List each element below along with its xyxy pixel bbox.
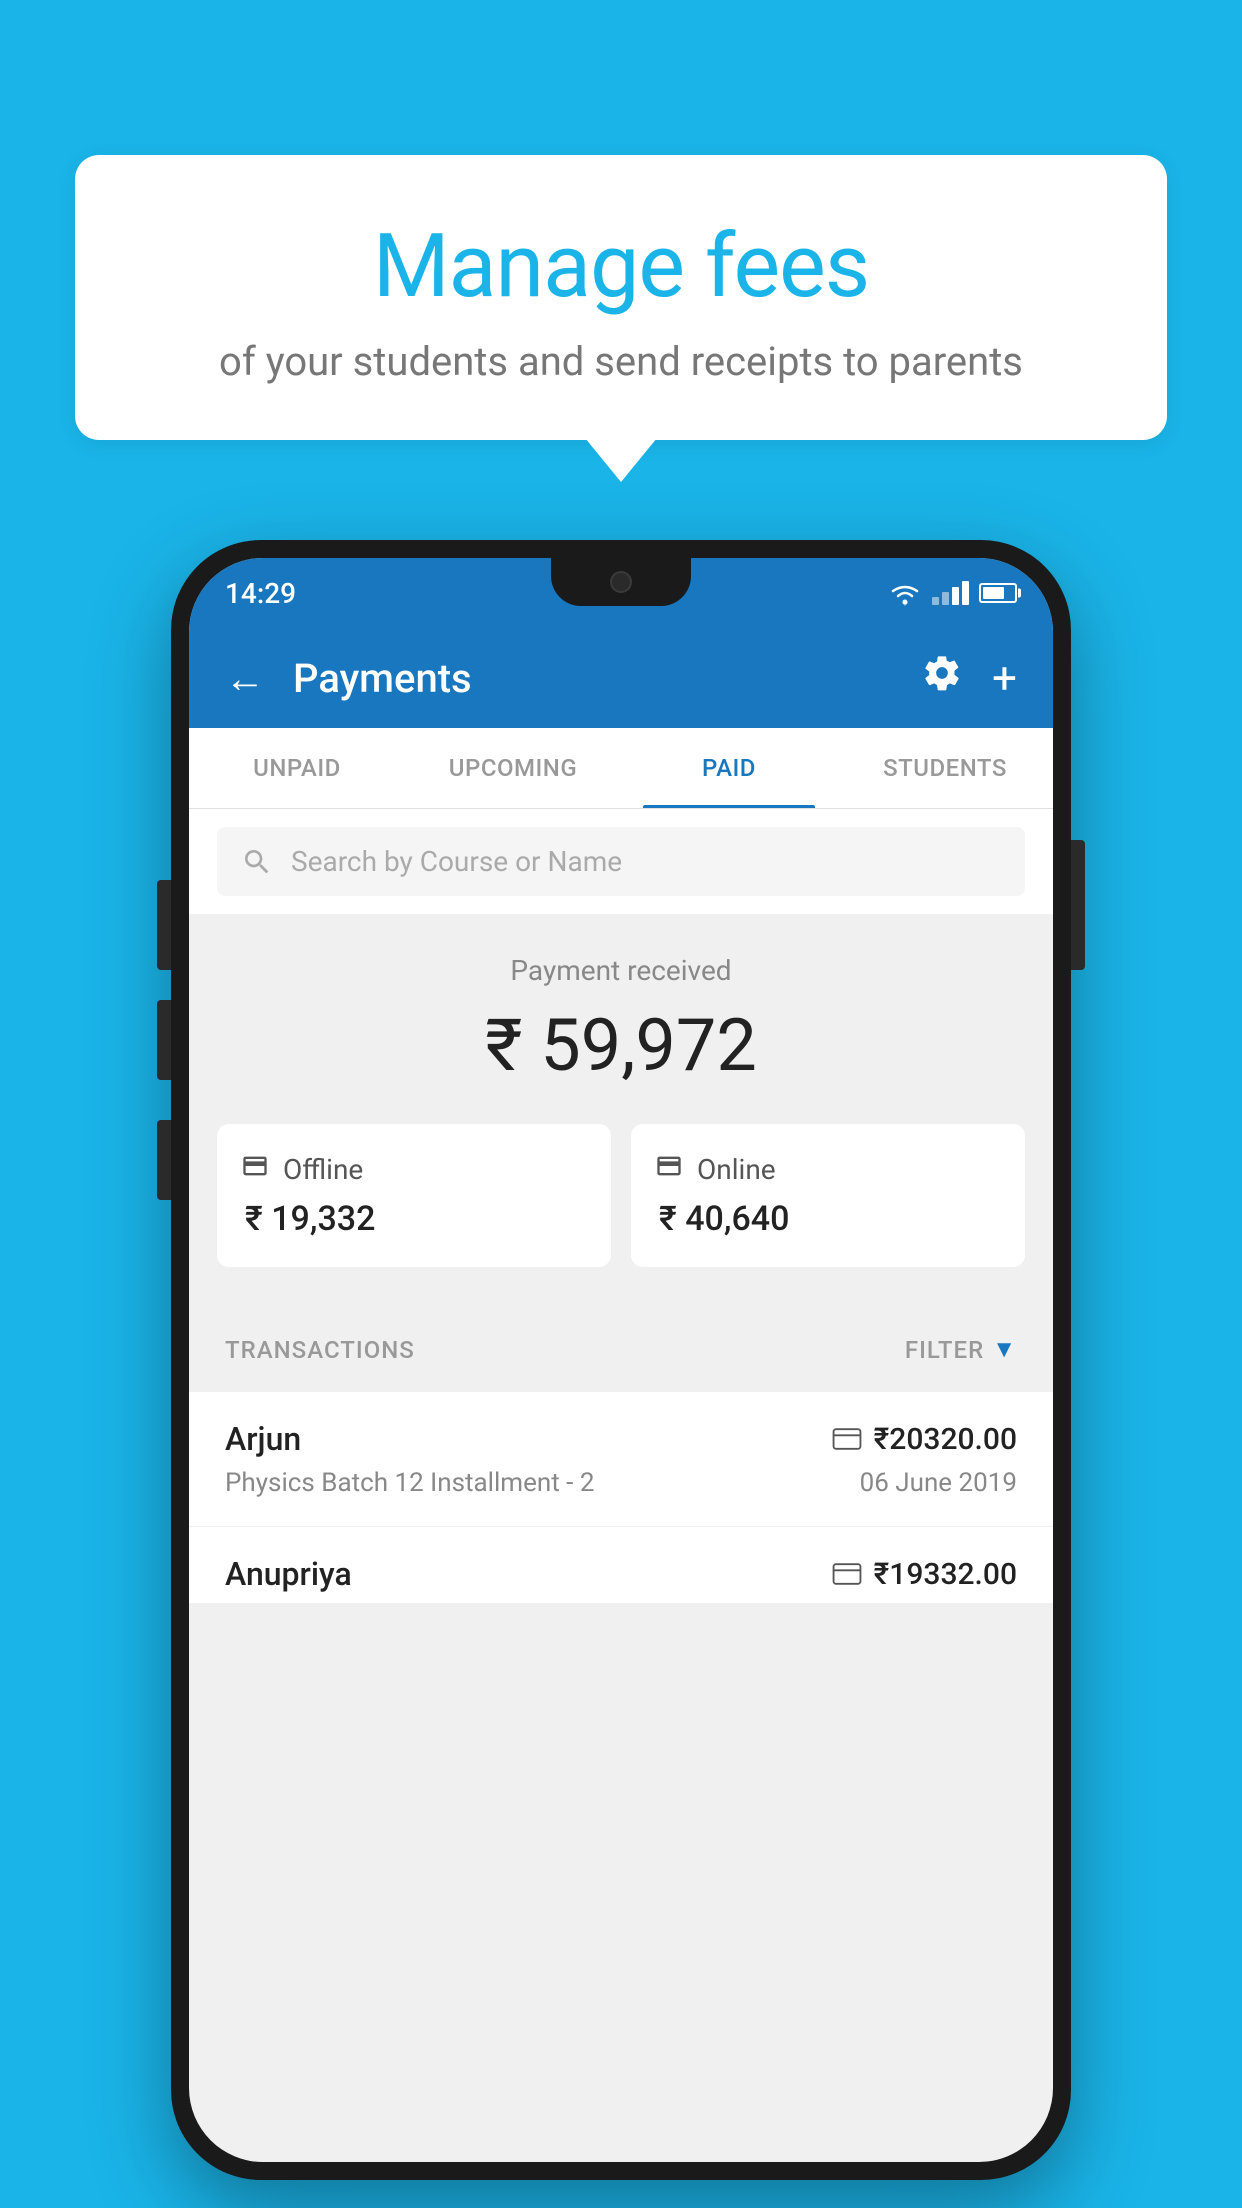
search-box[interactable]: Search by Course or Name (217, 827, 1025, 896)
online-card-header: Online (655, 1152, 1001, 1187)
signal-icon (932, 581, 969, 605)
search-container: Search by Course or Name (189, 809, 1053, 914)
filter-button[interactable]: FILTER ▼ (905, 1335, 1017, 1364)
payment-total-amount: ₹ 59,972 (217, 1003, 1025, 1088)
notch (551, 558, 691, 606)
settings-button[interactable] (922, 653, 962, 703)
tab-unpaid[interactable]: UNPAID (189, 728, 405, 808)
search-icon (241, 846, 273, 878)
transaction-amount-2: ₹19332.00 (874, 1557, 1017, 1592)
transaction-name: Arjun (225, 1420, 301, 1458)
app-header: ← Payments + (189, 628, 1053, 728)
transaction-amount-wrap: ₹20320.00 (832, 1422, 1017, 1457)
transaction-course: Physics Batch 12 Installment - 2 (225, 1468, 594, 1498)
add-button[interactable]: + (992, 652, 1017, 704)
offline-label: Offline (283, 1153, 363, 1186)
payment-summary: Payment received ₹ 59,972 Offline (189, 914, 1053, 1307)
search-placeholder: Search by Course or Name (291, 845, 622, 878)
transaction-top: Arjun ₹20320.00 (225, 1420, 1017, 1458)
filter-icon: ▼ (992, 1335, 1017, 1364)
tabs-bar: UNPAID UPCOMING PAID STUDENTS (189, 728, 1053, 809)
battery-icon (979, 583, 1017, 603)
phone-mockup: 14:29 (171, 540, 1071, 2180)
bubble-subtitle: of your students and send receipts to pa… (125, 338, 1117, 385)
back-button[interactable]: ← (225, 655, 265, 702)
filter-label: FILTER (905, 1336, 984, 1364)
offline-card: Offline ₹ 19,332 (217, 1124, 611, 1267)
transaction-date: 06 June 2019 (860, 1468, 1017, 1498)
offline-icon (241, 1152, 269, 1187)
bubble-title: Manage fees (125, 215, 1117, 318)
status-icons (888, 580, 1017, 606)
transactions-label: TRANSACTIONS (225, 1336, 415, 1364)
camera (610, 571, 632, 593)
transaction-bottom: Physics Batch 12 Installment - 2 06 June… (225, 1468, 1017, 1498)
offline-amount: ₹ 19,332 (241, 1199, 587, 1239)
status-time: 14:29 (225, 577, 296, 610)
transaction-card-icon (832, 1428, 862, 1450)
tab-students[interactable]: STUDENTS (837, 728, 1053, 808)
phone-screen: 14:29 (189, 558, 1053, 2162)
payment-received-label: Payment received (217, 954, 1025, 987)
tab-upcoming[interactable]: UPCOMING (405, 728, 621, 808)
transaction-amount: ₹20320.00 (874, 1422, 1017, 1457)
transaction-offline-icon (832, 1563, 862, 1585)
online-icon (655, 1152, 683, 1187)
transactions-header: TRANSACTIONS FILTER ▼ (189, 1307, 1053, 1392)
transaction-name-2: Anupriya (225, 1555, 352, 1593)
speech-bubble: Manage fees of your students and send re… (75, 155, 1167, 440)
transaction-row-partial[interactable]: Anupriya ₹19332.00 (189, 1527, 1053, 1603)
online-label: Online (697, 1153, 776, 1186)
header-actions: + (922, 652, 1017, 704)
phone-outer: 14:29 (171, 540, 1071, 2180)
partial-amount-wrap: ₹19332.00 (832, 1557, 1017, 1592)
wifi-icon (888, 580, 922, 606)
offline-card-header: Offline (241, 1152, 587, 1187)
payment-cards: Offline ₹ 19,332 Online (217, 1124, 1025, 1267)
online-card: Online ₹ 40,640 (631, 1124, 1025, 1267)
transaction-row[interactable]: Arjun ₹20320.00 Physics Batch 12 Install… (189, 1392, 1053, 1527)
header-title: Payments (293, 655, 922, 702)
online-amount: ₹ 40,640 (655, 1199, 1001, 1239)
tab-paid[interactable]: PAID (621, 728, 837, 808)
